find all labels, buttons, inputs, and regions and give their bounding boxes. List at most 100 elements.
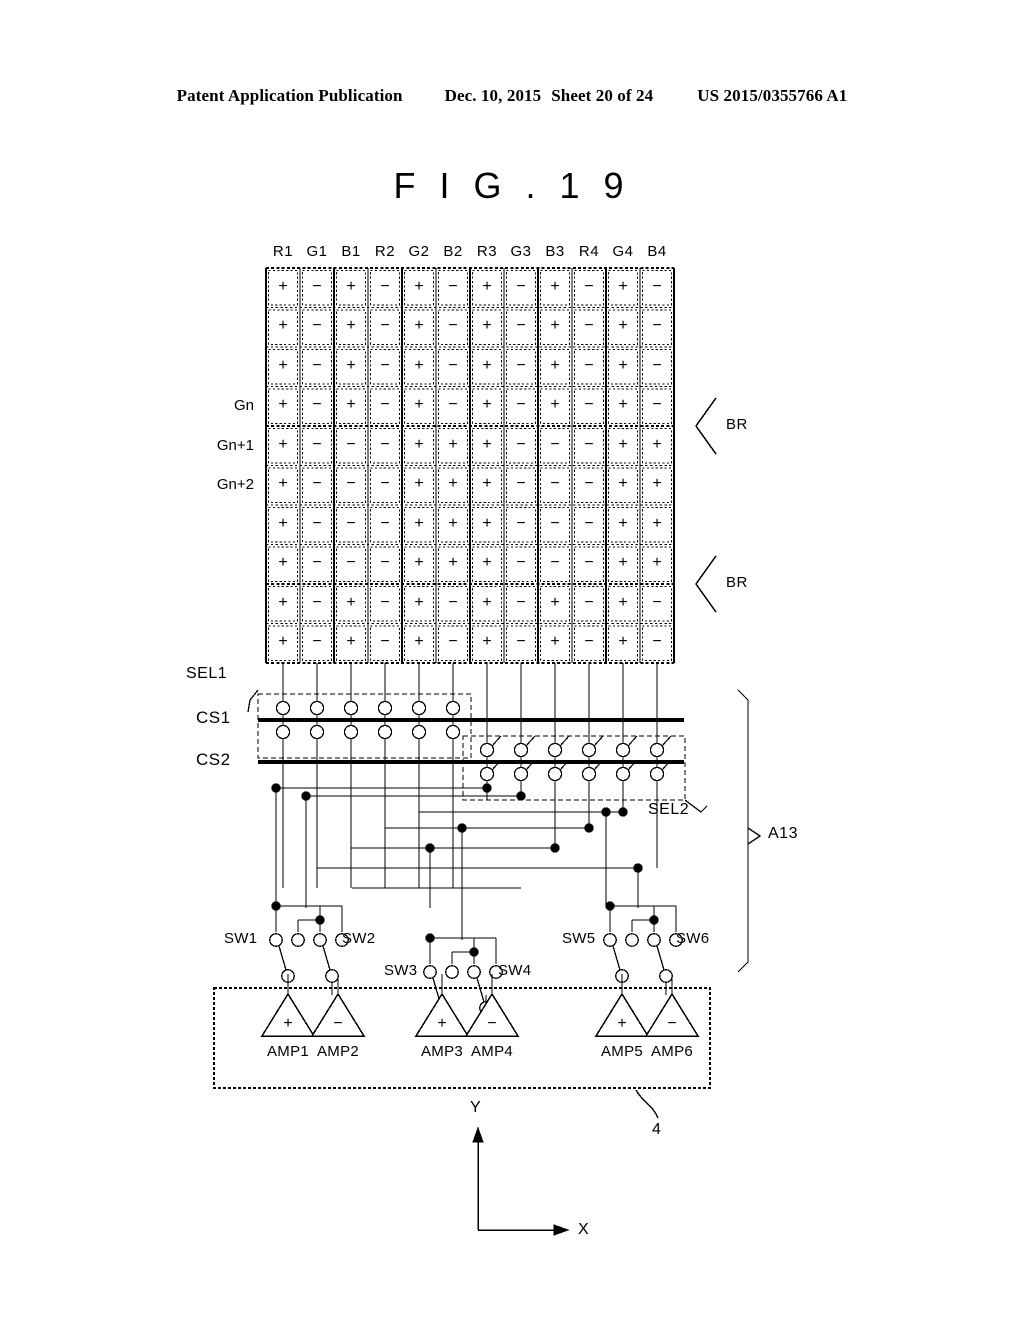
- polarity-cell-r3-c7: +: [482, 356, 492, 374]
- polarity-cell-r7-c8: −: [516, 514, 526, 532]
- polarity-cell-r4-c6: −: [448, 396, 458, 414]
- polarity-cell-r9-c2: −: [312, 593, 322, 611]
- switch-label-sw6: SW6: [676, 930, 710, 947]
- polarity-cell-r6-c5: +: [414, 475, 424, 493]
- a13-label: A13: [768, 825, 798, 842]
- axis-label-y: Y: [470, 1099, 481, 1116]
- polarity-cell-r1-c9: +: [550, 277, 560, 295]
- polarity-cell-r8-c1: +: [278, 554, 288, 572]
- polarity-cell-r6-c2: −: [312, 475, 322, 493]
- polarity-cell-r2-c12: −: [652, 317, 662, 335]
- polarity-cell-r7-c9: −: [550, 514, 560, 532]
- polarity-cell-r7-c2: −: [312, 514, 322, 532]
- polarity-cell-r6-c11: +: [618, 475, 628, 493]
- polarity-cell-r2-c11: +: [618, 317, 628, 335]
- cs2-label: CS2: [196, 750, 231, 769]
- polarity-cell-r1-c8: −: [516, 277, 526, 295]
- polarity-cell-r1-c5: +: [414, 277, 424, 295]
- polarity-cell-r8-c2: −: [312, 554, 322, 572]
- polarity-cell-r10-c6: −: [448, 633, 458, 651]
- polarity-cell-r2-c6: −: [448, 317, 458, 335]
- polarity-cell-r1-c6: −: [448, 277, 458, 295]
- polarity-cell-r9-c10: −: [584, 593, 594, 611]
- polarity-cell-r8-c5: +: [414, 554, 424, 572]
- polarity-cell-r6-c7: +: [482, 475, 492, 493]
- polarity-cell-r2-c8: −: [516, 317, 526, 335]
- polarity-cell-r2-c2: −: [312, 317, 322, 335]
- polarity-cell-r8-c12: +: [652, 554, 662, 572]
- polarity-cell-r6-c1: +: [278, 475, 288, 493]
- schematic-svg: [213, 267, 762, 1236]
- polarity-cell-r6-c6: +: [448, 475, 458, 493]
- polarity-cell-r6-c10: −: [584, 475, 594, 493]
- sel1-label: SEL1: [186, 665, 228, 682]
- polarity-cell-r5-c9: −: [550, 435, 560, 453]
- polarity-cell-r9-c7: +: [482, 593, 492, 611]
- polarity-cell-r6-c12: +: [652, 475, 662, 493]
- cs1-label: CS1: [196, 708, 231, 727]
- polarity-cell-r5-c11: +: [618, 435, 628, 453]
- amplifier-sign-6: −: [667, 1015, 677, 1032]
- polarity-cell-r3-c8: −: [516, 356, 526, 374]
- polarity-cell-r6-c3: −: [346, 475, 356, 493]
- polarity-cell-r10-c8: −: [516, 633, 526, 651]
- polarity-cell-r10-c11: +: [618, 633, 628, 651]
- amplifier-label-amp4: AMP4: [470, 1043, 514, 1060]
- switch-label-sw1: SW1: [224, 930, 258, 947]
- polarity-cell-r9-c11: +: [618, 593, 628, 611]
- switch-layer: [269, 700, 683, 1015]
- polarity-cell-r4-c10: −: [584, 396, 594, 414]
- driver-reference-numeral: 4: [652, 1121, 661, 1138]
- polarity-cell-r3-c4: −: [380, 356, 390, 374]
- polarity-cell-r4-c4: −: [380, 396, 390, 414]
- polarity-cell-r8-c6: +: [448, 554, 458, 572]
- switch-label-sw3: SW3: [384, 962, 418, 979]
- polarity-cell-r4-c2: −: [312, 396, 322, 414]
- polarity-cell-r5-c7: +: [482, 435, 492, 453]
- polarity-cell-r4-c1: +: [278, 396, 288, 414]
- polarity-cell-r4-c5: +: [414, 396, 424, 414]
- polarity-cell-r7-c11: +: [618, 514, 628, 532]
- polarity-cell-r6-c8: −: [516, 475, 526, 493]
- polarity-cell-r5-c2: −: [312, 435, 322, 453]
- column-label-r1: R1: [272, 243, 294, 260]
- polarity-cell-r8-c9: −: [550, 554, 560, 572]
- polarity-cell-r7-c6: +: [448, 514, 458, 532]
- sel2-label: SEL2: [648, 801, 690, 818]
- switch-label-sw4: SW4: [498, 962, 532, 979]
- column-label-b3: B3: [545, 243, 565, 260]
- switch-label-sw2: SW2: [342, 930, 376, 947]
- polarity-cell-r10-c10: −: [584, 633, 594, 651]
- polarity-cell-r5-c4: −: [380, 435, 390, 453]
- br-label-1: BR: [726, 416, 748, 433]
- column-label-r4: R4: [578, 243, 600, 260]
- polarity-cell-r1-c10: −: [584, 277, 594, 295]
- polarity-cell-r5-c6: +: [448, 435, 458, 453]
- amplifier-label-amp6: AMP6: [650, 1043, 694, 1060]
- polarity-cell-r10-c7: +: [482, 633, 492, 651]
- polarity-cell-r2-c5: +: [414, 317, 424, 335]
- polarity-cell-r1-c12: −: [652, 277, 662, 295]
- polarity-cell-r7-c12: +: [652, 514, 662, 532]
- polarity-cell-r1-c11: +: [618, 277, 628, 295]
- polarity-cell-r5-c5: +: [414, 435, 424, 453]
- column-label-g4: G4: [612, 243, 634, 260]
- polarity-cell-r10-c1: +: [278, 633, 288, 651]
- wiring-layer: [271, 663, 677, 1014]
- polarity-cell-r10-c2: −: [312, 633, 322, 651]
- polarity-cell-r9-c5: +: [414, 593, 424, 611]
- polarity-cell-r6-c9: −: [550, 475, 560, 493]
- polarity-cell-r2-c3: +: [346, 317, 356, 335]
- polarity-cell-r3-c5: +: [414, 356, 424, 374]
- switch-label-sw5: SW5: [562, 930, 596, 947]
- amplifier-sign-2: −: [333, 1015, 343, 1032]
- polarity-cell-r3-c2: −: [312, 356, 322, 374]
- amplifier-sign-5: +: [617, 1015, 627, 1032]
- polarity-cell-r2-c10: −: [584, 317, 594, 335]
- amplifier-sign-3: +: [437, 1015, 447, 1032]
- axis-label-x: X: [578, 1221, 589, 1238]
- polarity-cell-r3-c3: +: [346, 356, 356, 374]
- amplifier-label-amp2: AMP2: [316, 1043, 360, 1060]
- amplifier-sign-4: −: [487, 1015, 497, 1032]
- column-label-b4: B4: [647, 243, 667, 260]
